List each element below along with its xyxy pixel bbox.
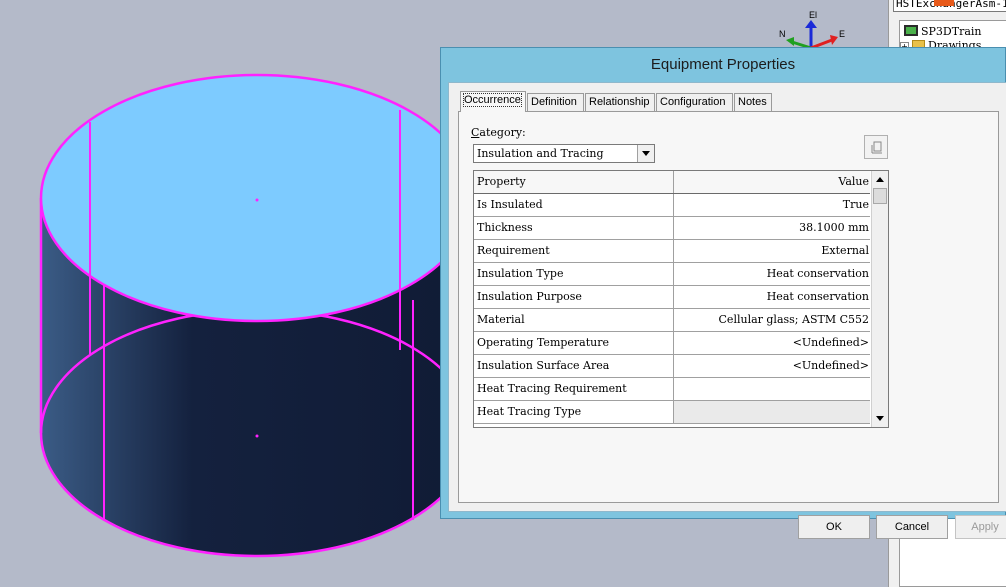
property-name: Insulation Type: [474, 263, 674, 285]
filter-icon: [871, 141, 882, 154]
property-value[interactable]: External: [674, 240, 870, 262]
property-name: Insulation Surface Area: [474, 355, 674, 377]
orange-indicator: [934, 0, 954, 6]
table-row[interactable]: Thickness 38.1000 mm: [474, 217, 870, 240]
table-row[interactable]: Requirement External: [474, 240, 870, 263]
category-dropdown[interactable]: Insulation and Tracing: [473, 144, 655, 163]
property-name: Is Insulated: [474, 194, 674, 216]
scroll-down-icon[interactable]: [872, 410, 888, 427]
property-value[interactable]: Heat conservation: [674, 286, 870, 308]
cancel-button[interactable]: Cancel: [876, 515, 948, 539]
header-property: Property: [474, 171, 674, 193]
property-value[interactable]: 38.1000 mm: [674, 217, 870, 239]
apply-button[interactable]: Apply: [955, 515, 1006, 539]
tree-item-sp3dtrain[interactable]: SP3DTrain: [904, 25, 982, 39]
scroll-up-icon[interactable]: [872, 171, 888, 188]
property-value[interactable]: True: [674, 194, 870, 216]
property-value[interactable]: Heat conservation: [674, 263, 870, 285]
table-row[interactable]: Is Insulated True: [474, 194, 870, 217]
dialog-title: Equipment Properties: [650, 56, 796, 73]
table-row[interactable]: Heat Tracing Type: [474, 401, 870, 424]
tab-configuration[interactable]: Configuration: [656, 93, 733, 111]
tab-occurrence[interactable]: Occurrence: [460, 91, 526, 112]
property-name: Operating Temperature: [474, 332, 674, 354]
property-name: Insulation Purpose: [474, 286, 674, 308]
table-row[interactable]: Insulation Purpose Heat conservation: [474, 286, 870, 309]
tree-item-label: SP3DTrain: [921, 25, 982, 38]
equipment-properties-dialog[interactable]: Equipment Properties Occurrence Definiti…: [440, 47, 1006, 539]
dialog-client-area: Occurrence Definition Relationship Confi…: [448, 82, 1006, 539]
property-name: Heat Tracing Type: [474, 401, 674, 423]
filter-button[interactable]: [864, 135, 888, 159]
property-value[interactable]: Cellular glass; ASTM C552: [674, 309, 870, 331]
property-name: Thickness: [474, 217, 674, 239]
grid-scrollbar[interactable]: [871, 171, 888, 427]
table-row[interactable]: Insulation Type Heat conservation: [474, 263, 870, 286]
property-name: Requirement: [474, 240, 674, 262]
chevron-down-icon[interactable]: [637, 145, 654, 162]
ok-button[interactable]: OK: [798, 515, 870, 539]
compass-widget: El N E: [778, 10, 848, 50]
property-value[interactable]: <Undefined>: [674, 332, 870, 354]
header-value: Value: [674, 171, 870, 193]
tab-notes[interactable]: Notes: [734, 93, 772, 111]
category-label: Category:: [471, 126, 526, 139]
axis-arrows-icon: [786, 20, 838, 50]
property-name: Material: [474, 309, 674, 331]
property-grid[interactable]: Property Value Is Insulated True Thickne…: [473, 170, 889, 428]
property-name: Heat Tracing Requirement: [474, 378, 674, 400]
grid-header-row: Property Value: [474, 171, 870, 194]
tab-relationship[interactable]: Relationship: [585, 93, 655, 111]
property-value[interactable]: <Undefined>: [674, 355, 870, 377]
category-value: Insulation and Tracing: [477, 147, 604, 160]
workspace-icon: [904, 25, 918, 36]
property-value[interactable]: [674, 401, 870, 423]
cylinder-top-face: [39, 73, 475, 323]
table-row[interactable]: Material Cellular glass; ASTM C552: [474, 309, 870, 332]
table-row[interactable]: Heat Tracing Requirement: [474, 378, 870, 401]
tab-definition[interactable]: Definition: [527, 93, 584, 111]
table-row[interactable]: Insulation Surface Area <Undefined>: [474, 355, 870, 378]
scroll-thumb[interactable]: [873, 188, 887, 204]
table-row[interactable]: Operating Temperature <Undefined>: [474, 332, 870, 355]
property-value[interactable]: [674, 378, 870, 400]
